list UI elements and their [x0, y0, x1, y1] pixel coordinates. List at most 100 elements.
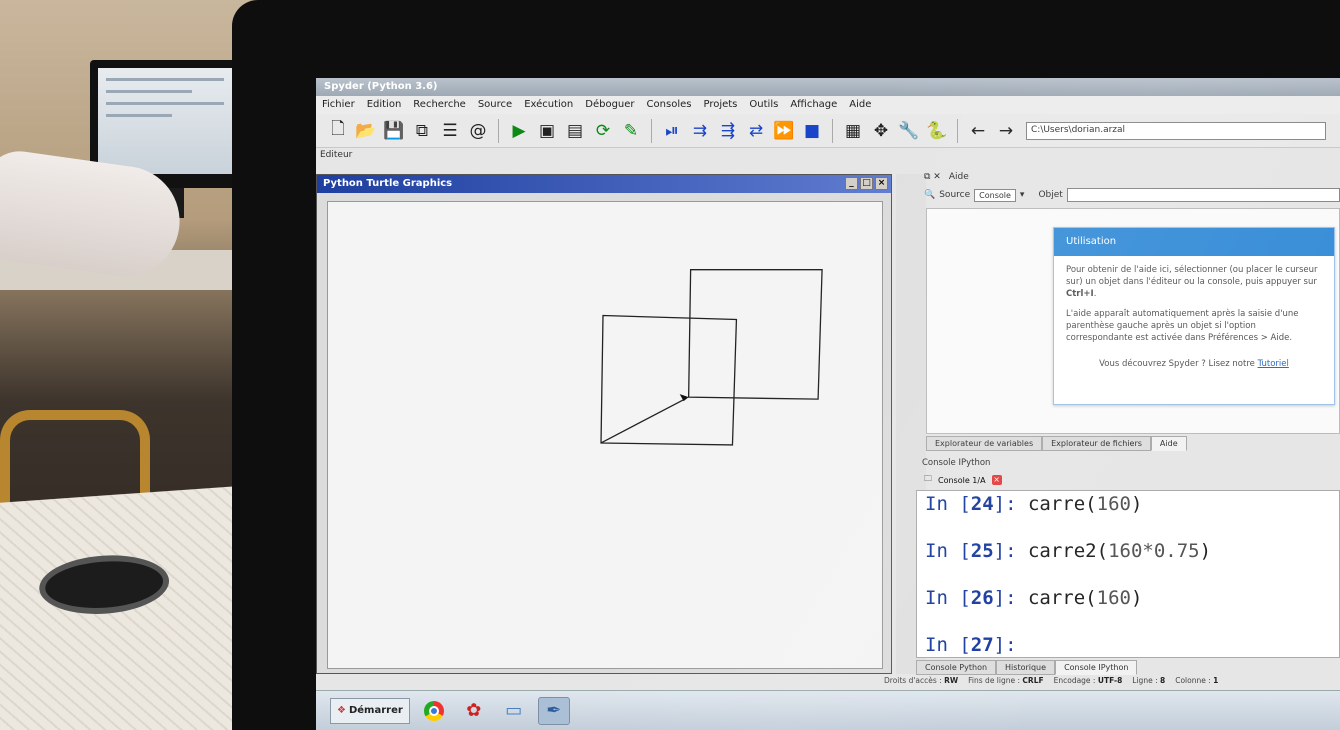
status-eol: Fins de ligne : CRLF — [968, 676, 1044, 685]
chrome-icon — [423, 700, 444, 721]
editor-label: Editeur — [320, 150, 353, 160]
back-arrow-icon[interactable]: ← — [966, 119, 990, 143]
usage-paragraph-2: L'aide apparaît automatiquement après la… — [1066, 309, 1299, 343]
console-line: In [26]: carre(160) — [925, 587, 1143, 609]
taskbar-python[interactable]: ✒ — [537, 696, 570, 725]
start-button[interactable]: ❖ Démarrer — [330, 697, 410, 724]
window-title: Spyder (Python 3.6) — [316, 78, 1340, 96]
debug-icon[interactable]: ⏯ — [660, 119, 684, 143]
run-cell-advance-icon[interactable]: ▤ — [563, 119, 587, 143]
turtle-path-line — [600, 398, 685, 444]
at-icon[interactable]: @ — [466, 119, 490, 143]
console-line: In [24]: carre(160) — [925, 493, 1143, 515]
status-column: Colonne : 1 — [1175, 676, 1219, 685]
help-source-bar: 🔍 Source Console ▾ Objet — [920, 186, 1340, 204]
menu-aide[interactable]: Aide — [849, 99, 871, 111]
help-tabs: Explorateur de variables Explorateur de … — [926, 436, 1187, 451]
taskbar-explorer[interactable]: ▭ — [498, 697, 530, 725]
turtle-canvas — [327, 201, 883, 669]
tab-history[interactable]: Historique — [996, 660, 1056, 675]
square-large — [687, 269, 823, 400]
save-all-icon[interactable]: ⧉ — [410, 119, 434, 143]
tutorial-link[interactable]: Tutoriel — [1258, 359, 1289, 369]
tab-ipython-console[interactable]: Console IPython — [1055, 660, 1138, 675]
screen: Spyder (Python 3.6) Fichier Edition Rech… — [316, 78, 1340, 730]
help-content: Utilisation Pour obtenir de l'aide ici, … — [926, 208, 1340, 434]
turtle-window[interactable]: Python Turtle Graphics _ □ × — [316, 174, 892, 674]
square-small — [600, 314, 738, 446]
ipython-console[interactable]: In [24]: carre(160) In [25]: carre2(160*… — [916, 490, 1340, 658]
menu-deboguer[interactable]: Déboguer — [585, 99, 634, 111]
menu-fichier[interactable]: Fichier — [322, 99, 355, 111]
usage-footer: Vous découvrez Spyder ? Lisez notre Tuto… — [1099, 359, 1289, 369]
run-cell-icon[interactable]: ▣ — [535, 119, 559, 143]
status-bar: Droits d'accès : RW Fins de ligne : CRLF… — [876, 676, 1340, 690]
tab-help[interactable]: Aide — [1150, 436, 1187, 451]
menu-execution[interactable]: Exécution — [524, 99, 573, 111]
status-rights: Droits d'accès : RW — [884, 676, 959, 685]
new-file-icon[interactable]: 🗋 — [326, 119, 350, 143]
taskbar: ❖ Démarrer ✿ ▭ ✒ — [316, 690, 1340, 730]
console-tab[interactable]: Console 1/A — [938, 476, 986, 485]
python-path-icon[interactable]: 🐍 — [925, 119, 949, 143]
status-line: Ligne : 8 — [1132, 676, 1166, 685]
stop-icon[interactable]: ■ — [800, 119, 824, 143]
menu-projets[interactable]: Projets — [703, 99, 737, 111]
photo: Spyder (Python 3.6) Fichier Edition Rech… — [0, 0, 1340, 730]
continue-icon[interactable]: ⏩ — [772, 119, 796, 143]
menu-source[interactable]: Source — [478, 99, 512, 111]
maximize-pane-icon[interactable]: ▦ — [841, 119, 865, 143]
turtle-drawing — [600, 269, 823, 446]
chevron-down-icon[interactable]: ▾ — [1020, 190, 1025, 200]
tab-python-console[interactable]: Console Python — [916, 660, 997, 675]
menu-bar: Fichier Edition Recherche Source Exécuti… — [316, 96, 1340, 114]
console-tab-row: 🗀 Console 1/A × — [920, 472, 1340, 488]
usage-card: Utilisation Pour obtenir de l'aide ici, … — [1053, 227, 1335, 405]
windows-logo-icon: ❖ — [337, 705, 346, 716]
tab-variable-explorer[interactable]: Explorateur de variables — [926, 436, 1043, 451]
taskbar-chrome[interactable] — [418, 697, 450, 725]
turtle-title: Python Turtle Graphics — [323, 178, 453, 189]
menu-affichage[interactable]: Affichage — [790, 99, 837, 111]
rerun-icon[interactable]: ⟳ — [591, 119, 615, 143]
step-into-icon[interactable]: ⇶ — [716, 119, 740, 143]
step-return-icon[interactable]: ⇄ — [744, 119, 768, 143]
console-line: In [25]: carre2(160*0.75) — [925, 540, 1212, 562]
menu-recherche[interactable]: Recherche — [413, 99, 466, 111]
minimize-button[interactable]: _ — [845, 177, 858, 190]
printed-sheet — [0, 485, 269, 730]
status-encoding: Encodage : UTF-8 — [1053, 676, 1123, 685]
preferences-icon[interactable]: 🔧 — [897, 119, 921, 143]
menu-outils[interactable]: Outils — [749, 99, 778, 111]
menu-edition[interactable]: Edition — [367, 99, 402, 111]
run-config-icon[interactable]: ✎ — [619, 119, 643, 143]
step-icon[interactable]: ⇉ — [688, 119, 712, 143]
close-button[interactable]: × — [875, 177, 888, 190]
console-options-icon[interactable]: 🗀 — [924, 473, 932, 487]
fullscreen-icon[interactable]: ✥ — [869, 119, 893, 143]
tab-file-explorer[interactable]: Explorateur de fichiers — [1042, 436, 1151, 451]
app-icon: ✿ — [466, 700, 482, 721]
run-icon[interactable]: ▶ — [507, 119, 531, 143]
turtle-cursor — [679, 394, 689, 402]
menu-consoles[interactable]: Consoles — [647, 99, 692, 111]
usage-card-title: Utilisation — [1054, 228, 1334, 256]
usage-paragraph-1: Pour obtenir de l'aide ici, sélectionner… — [1066, 265, 1318, 299]
open-folder-icon[interactable]: 📂 — [354, 119, 378, 143]
close-console-icon[interactable]: × — [991, 475, 1002, 485]
search-icon[interactable]: 🔍 — [924, 190, 935, 200]
object-input[interactable] — [1066, 188, 1340, 202]
forward-arrow-icon[interactable]: → — [994, 119, 1018, 143]
undock-icon[interactable]: ⧉ ✕ — [924, 172, 941, 182]
list-icon[interactable]: ☰ — [438, 119, 462, 143]
save-icon[interactable]: 💾 — [382, 119, 406, 143]
help-pane-header: ⧉ ✕ Aide — [920, 170, 1340, 184]
turtle-titlebar[interactable]: Python Turtle Graphics _ □ × — [317, 175, 891, 193]
source-select[interactable]: Console — [974, 188, 1016, 202]
toolbar: 🗋 📂 💾 ⧉ ☰ @ ▶ ▣ ▤ ⟳ ✎ ⏯ ⇉ ⇶ ⇄ ⏩ ■ ▦ ✥ 🔧 … — [316, 114, 1340, 148]
working-directory-field[interactable]: C:\Users\dorian.arzal — [1026, 121, 1326, 140]
feather-icon: ✒ — [546, 700, 562, 721]
maximize-button[interactable]: □ — [860, 177, 873, 190]
taskbar-app[interactable]: ✿ — [458, 697, 490, 725]
object-label: Objet — [1038, 190, 1063, 200]
